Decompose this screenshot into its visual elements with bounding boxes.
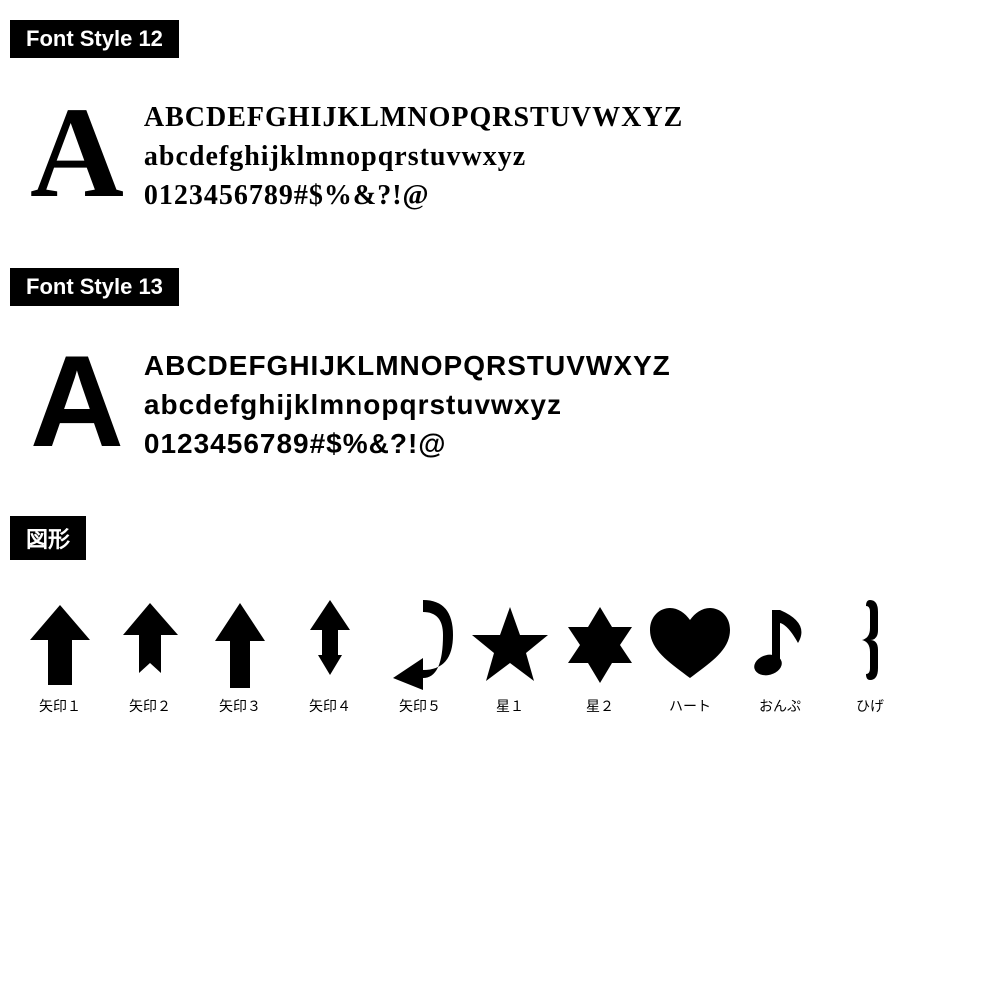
shapes-label: 図形 [10,516,86,560]
arrow3-label: 矢印３ [219,696,261,716]
shape-item-arrow3[interactable]: 矢印３ [200,600,280,716]
arrow2-label: 矢印２ [129,696,171,716]
star2-label: 星２ [586,696,614,716]
arrow5-label: 矢印５ [399,696,441,716]
shape-item-mustache[interactable]: ひげ [830,600,910,716]
shapes-grid: 矢印１ 矢印２ 矢印３ [10,580,990,726]
font-style-13-demo: A ABCDEFGHIJKLMNOPQRSTUVWXYZ abcdefghijk… [10,326,990,476]
char-row-lowercase-13: abcdefghijklmnopqrstuvwxyz [144,385,671,424]
font-style-12-label: Font Style 12 [10,20,179,58]
shapes-section: 図形 矢印１ 矢印２ [10,516,990,726]
font-style-13-char-rows: ABCDEFGHIJKLMNOPQRSTUVWXYZ abcdefghijklm… [144,336,671,464]
char-row-numbers-13: 0123456789#$%&?!@ [144,424,671,463]
arrow2-icon [110,600,190,690]
star2-icon [560,600,640,690]
mustache-icon [830,600,910,690]
arrow1-icon [20,600,100,690]
music-icon [740,600,820,690]
heart-icon [650,600,730,690]
star1-icon [470,600,550,690]
shape-item-star2[interactable]: 星２ [560,600,640,716]
arrow3-icon [200,600,280,690]
char-row-lowercase-12: abcdefghijklmnopqrstuvwxyz [144,137,683,176]
shape-item-arrow4[interactable]: 矢印４ [290,600,370,716]
shape-item-arrow5[interactable]: 矢印５ [380,600,460,716]
shape-item-arrow2[interactable]: 矢印２ [110,600,190,716]
font-style-13-section: Font Style 13 A ABCDEFGHIJKLMNOPQRSTUVWX… [10,268,990,476]
font-style-12-demo: A ABCDEFGHIJKLMNOPQRSTUVWXYZ abcdefghijk… [10,78,990,228]
shape-item-music[interactable]: おんぷ [740,600,820,716]
music-label: おんぷ [759,696,801,716]
font-style-13-big-letter: A [30,336,124,466]
font-style-13-label: Font Style 13 [10,268,179,306]
mustache-label: ひげ [856,696,884,716]
char-row-numbers-12: 0123456789#$%&?!@ [144,176,683,215]
font-style-12-big-letter: A [30,88,124,218]
font-style-12-char-rows: ABCDEFGHIJKLMNOPQRSTUVWXYZ abcdefghijklm… [144,88,683,216]
shape-item-arrow1[interactable]: 矢印１ [20,600,100,716]
arrow1-label: 矢印１ [39,696,81,716]
shape-item-star1[interactable]: 星１ [470,600,550,716]
font-style-12-section: Font Style 12 A ABCDEFGHIJKLMNOPQRSTUVWX… [10,20,990,228]
arrow4-label: 矢印４ [309,696,351,716]
arrow4-icon [290,600,370,690]
char-row-uppercase-12: ABCDEFGHIJKLMNOPQRSTUVWXYZ [144,98,683,137]
page-container: Font Style 12 A ABCDEFGHIJKLMNOPQRSTUVWX… [0,0,1000,746]
heart-label: ハート [669,696,711,716]
star1-label: 星１ [496,696,524,716]
shape-item-heart[interactable]: ハート [650,600,730,716]
char-row-uppercase-13: ABCDEFGHIJKLMNOPQRSTUVWXYZ [144,346,671,385]
arrow5-icon [380,600,460,690]
